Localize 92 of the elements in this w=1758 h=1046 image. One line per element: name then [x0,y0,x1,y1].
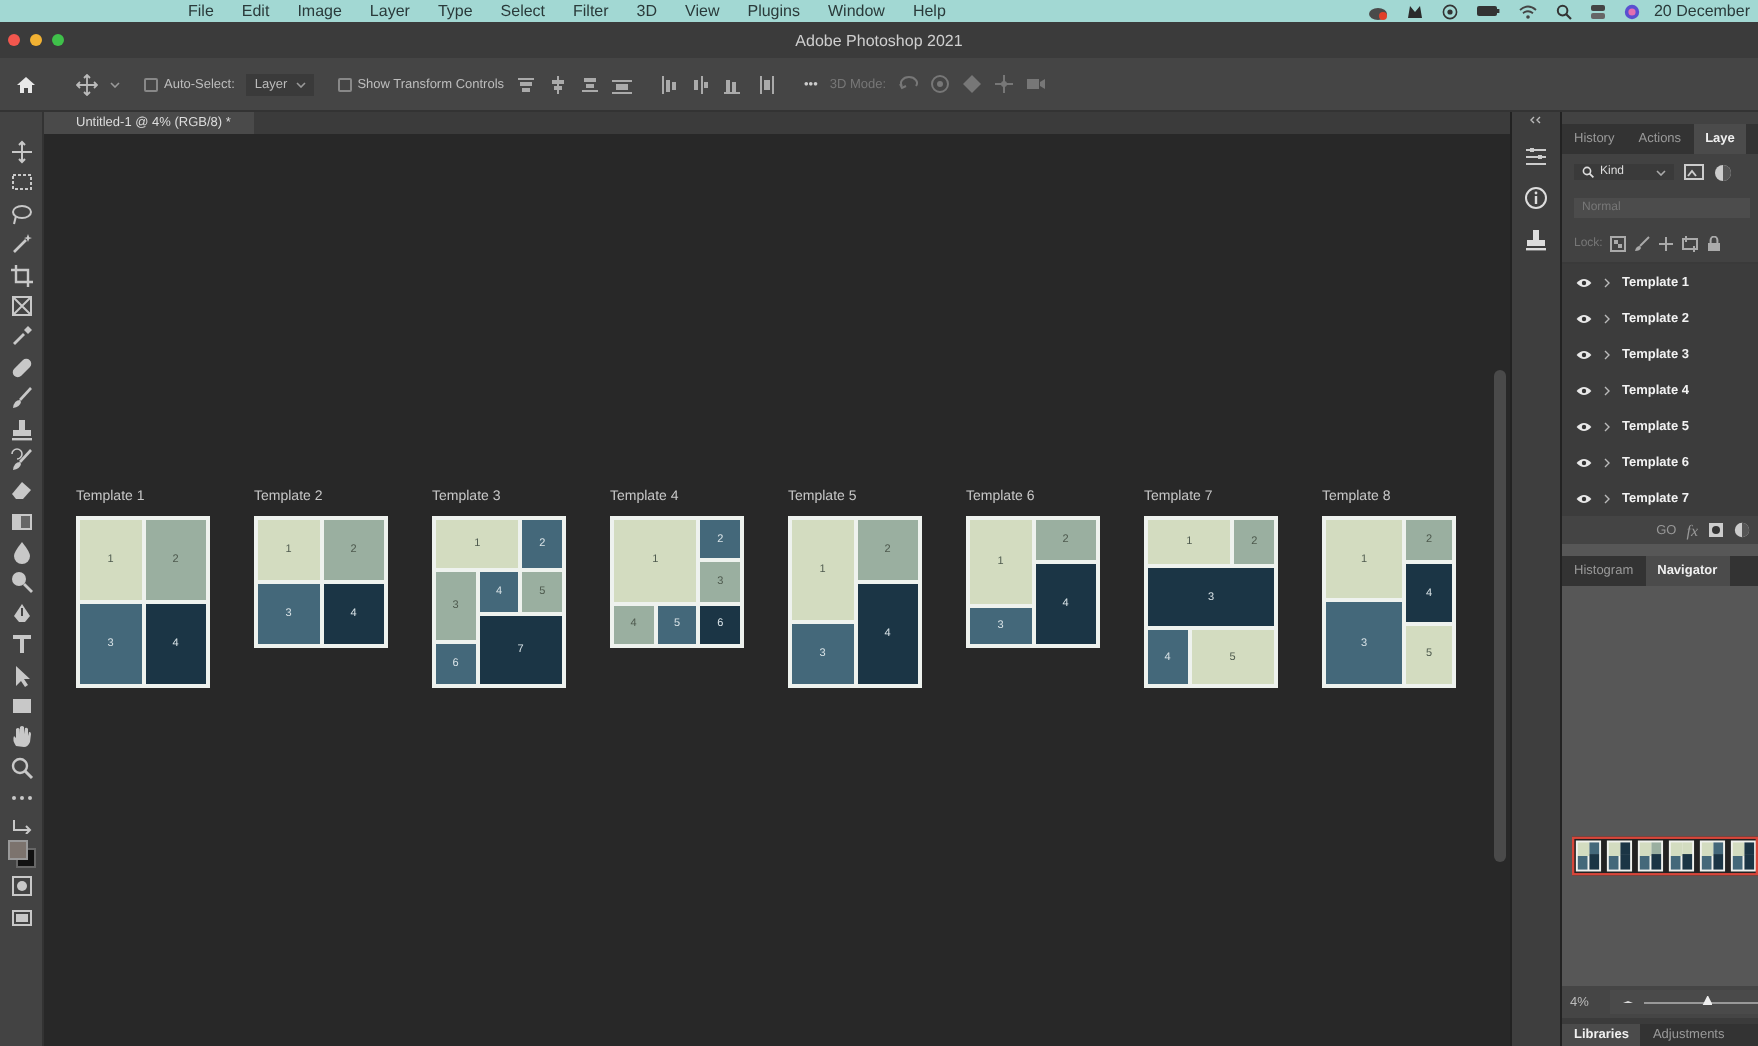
move-icon[interactable] [76,73,98,95]
lock-artboard-icon[interactable] [1682,236,1699,252]
search-icon[interactable] [1555,3,1572,19]
layer-style-button[interactable]: fx [1686,521,1698,539]
info-icon[interactable] [1524,186,1548,210]
home-icon[interactable] [16,75,36,93]
eye-icon[interactable] [1576,277,1592,287]
menu-item[interactable]: Plugins [747,1,800,21]
menu-item[interactable]: Edit [241,1,270,21]
control-center-icon[interactable] [1589,3,1606,19]
quick-mask-icon[interactable] [9,874,33,899]
caret-icon[interactable] [110,81,120,87]
eye-icon[interactable] [1576,457,1592,467]
brush-icon[interactable] [9,386,33,411]
clock: 20 December [1653,2,1750,20]
eraser-icon[interactable] [9,478,33,503]
navigator-preview[interactable] [1572,836,1758,876]
collapse-icon[interactable] [1530,116,1542,124]
menu-item[interactable]: 3D [636,1,658,21]
eye-icon[interactable] [1576,421,1592,431]
screen-mode-icon[interactable] [9,905,33,930]
eyedropper-icon[interactable] [9,324,33,349]
cloud-icon[interactable] [1367,3,1388,19]
wand-icon[interactable] [9,232,33,257]
adjustment-filter-icon[interactable] [1714,163,1732,181]
menu-item[interactable]: Window [827,1,885,21]
caret-icon [295,81,306,87]
search-icon [1582,166,1594,178]
rectangle-icon[interactable] [9,694,33,719]
adjustment-icon[interactable] [1734,522,1750,538]
frame-icon[interactable] [9,293,33,318]
align-icon[interactable] [756,75,777,93]
lasso-icon[interactable] [9,201,33,226]
marquee-icon[interactable] [9,170,33,195]
zoom-icon[interactable] [9,755,33,780]
align-icon[interactable] [692,75,713,93]
mask-icon[interactable] [1708,522,1724,538]
align-icon[interactable] [612,75,633,93]
menu-item[interactable]: View [685,1,720,21]
align-icon[interactable] [548,75,569,93]
chevron-icon[interactable] [1604,349,1610,359]
lock-icon[interactable] [1706,236,1723,252]
align-icon[interactable] [516,75,537,93]
align-icon[interactable] [724,75,745,93]
scrollbar-thumb[interactable] [1494,370,1506,862]
lock-pixels-icon[interactable] [1610,236,1627,252]
caret-icon [1656,169,1666,175]
menu-item[interactable]: Help [912,1,946,21]
close-button[interactable] [8,34,20,46]
eye-icon[interactable] [1576,349,1592,359]
align-icon[interactable] [580,75,601,93]
history-brush-icon[interactable] [9,447,33,472]
hand-icon[interactable] [9,724,33,749]
checkbox[interactable] [144,77,158,91]
stamp-icon[interactable] [9,417,33,442]
stamp-icon[interactable] [1524,228,1548,252]
chevron-icon[interactable] [1604,385,1610,395]
menu-item[interactable]: Image [297,1,342,21]
chevron-icon[interactable] [1604,421,1610,431]
checkbox[interactable] [337,77,352,91]
crop-icon[interactable] [9,263,33,288]
swap-colors-icon[interactable] [9,817,33,834]
window-title: Adobe Photoshop 2021 [795,31,963,49]
chevron-icon[interactable] [1604,313,1610,323]
slider-thumb[interactable] [1702,995,1713,1005]
menu-item[interactable]: Select [500,1,546,21]
menu-item[interactable]: Layer [369,1,410,21]
zoom-button[interactable] [52,34,64,46]
chevron-icon[interactable] [1604,277,1610,287]
chevron-icon[interactable] [1604,493,1610,503]
eye-icon[interactable] [1576,493,1592,503]
drop-icon[interactable] [9,540,33,565]
pen-icon[interactable] [9,601,33,626]
menu-item[interactable]: Filter [573,1,609,21]
align-icon[interactable] [660,75,681,93]
eye-icon[interactable] [1576,313,1592,323]
wifi-icon[interactable] [1517,3,1538,19]
type-tool-icon[interactable] [9,632,33,657]
record-icon[interactable] [1441,3,1458,19]
battery-icon[interactable] [1475,4,1500,18]
image-filter-icon[interactable] [1684,164,1704,180]
menu-item[interactable]: Type [437,1,473,21]
color-swatches-icon[interactable] [7,839,35,868]
chevron-icon[interactable] [1604,457,1610,467]
lock-paint-icon[interactable] [1634,236,1651,252]
move-icon[interactable] [9,140,33,164]
gradient-icon[interactable] [9,509,33,534]
minimize-button[interactable] [30,34,42,46]
lock-position-icon[interactable] [1658,236,1675,252]
menu-item[interactable]: File [188,1,214,21]
properties-icon[interactable] [1524,146,1548,168]
eye-icon[interactable] [1576,385,1592,395]
